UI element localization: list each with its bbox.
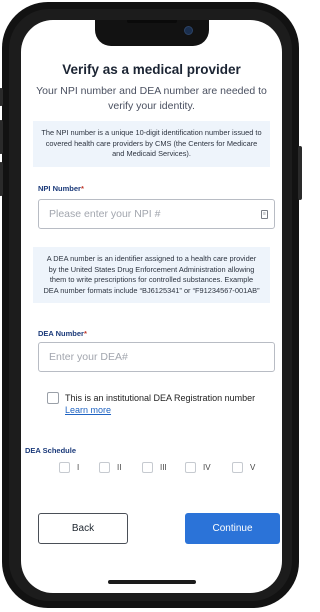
continue-button[interactable]: Continue xyxy=(185,513,280,544)
schedule-checkbox[interactable] xyxy=(185,462,196,473)
schedule-option-label: II xyxy=(117,463,122,472)
dea-label-text: DEA Number xyxy=(38,329,84,338)
phone-frame: Verify as a medical provider Your NPI nu… xyxy=(0,2,302,608)
required-mark: * xyxy=(80,184,84,193)
back-button[interactable]: Back xyxy=(38,513,128,544)
npi-input[interactable] xyxy=(38,199,275,229)
schedule-option-label: V xyxy=(250,463,256,472)
volume-up-button xyxy=(0,120,3,154)
schedule-option-label: III xyxy=(160,463,167,472)
institutional-checkbox[interactable] xyxy=(47,392,59,404)
screen: Verify as a medical provider Your NPI nu… xyxy=(21,20,282,593)
speaker-icon xyxy=(127,20,177,23)
camera-icon xyxy=(184,26,193,35)
schedule-checkbox[interactable] xyxy=(59,462,70,473)
page-title: Verify as a medical provider xyxy=(62,62,241,77)
power-button xyxy=(298,146,302,200)
dea-label: DEA Number* xyxy=(38,329,87,338)
page-subtitle: Your NPI number and DEA number are neede… xyxy=(36,85,267,112)
schedule-checkbox[interactable] xyxy=(232,462,243,473)
mute-switch xyxy=(0,88,3,106)
dea-schedule-label: DEA Schedule xyxy=(25,446,76,455)
npi-label-text: NPI Number xyxy=(38,184,81,193)
dea-input[interactable] xyxy=(38,342,275,372)
schedule-option-label: I xyxy=(77,463,80,472)
home-indicator[interactable] xyxy=(108,580,196,584)
schedule-checkbox[interactable] xyxy=(142,462,153,473)
learn-more-link[interactable]: Learn more xyxy=(65,405,111,415)
schedule-option-label: IV xyxy=(203,463,211,472)
dea-info-box: A DEA number is an identifier assigned t… xyxy=(33,247,270,304)
required-mark: * xyxy=(83,329,87,338)
npi-label: NPI Number* xyxy=(38,184,84,193)
volume-down-button xyxy=(0,162,3,196)
institutional-text: This is an institutional DEA Registratio… xyxy=(65,392,265,416)
npi-info-box: The NPI number is a unique 10-digit iden… xyxy=(33,121,270,167)
institutional-label: This is an institutional DEA Registratio… xyxy=(65,393,256,403)
schedule-checkbox[interactable] xyxy=(99,462,110,473)
id-card-icon[interactable]: ≡ xyxy=(261,210,268,219)
